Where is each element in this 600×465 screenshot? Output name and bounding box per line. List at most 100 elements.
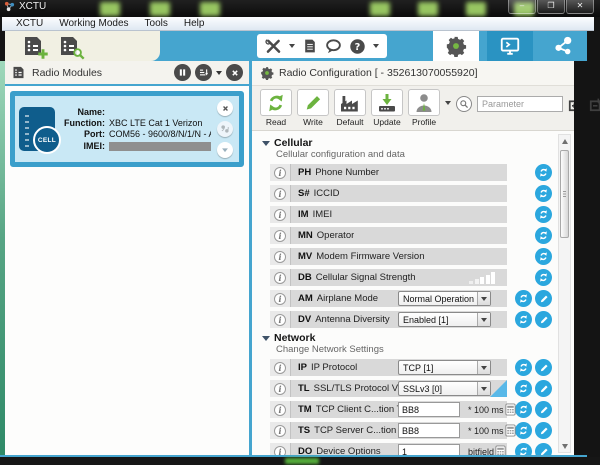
param-code: AM — [298, 293, 313, 304]
add-module-button[interactable] — [21, 34, 45, 58]
info-icon[interactable] — [274, 313, 286, 326]
param-label: Modem Firmware Version — [316, 251, 425, 262]
write-param-icon[interactable] — [535, 401, 552, 418]
row-ts[interactable]: TS TCP Server C...tion Timeout * 100 ms — [270, 422, 507, 439]
info-icon[interactable] — [274, 166, 286, 179]
menu-item-xctu[interactable]: XCTU — [8, 18, 51, 29]
remove-all-modules-button[interactable] — [226, 64, 243, 81]
collapse-all-button[interactable] — [589, 96, 600, 112]
section-network[interactable]: Network — [262, 332, 552, 344]
chevron-down-icon[interactable] — [445, 101, 451, 105]
info-icon[interactable] — [274, 208, 286, 221]
default-button[interactable]: Default — [334, 89, 366, 127]
write-param-icon[interactable] — [535, 290, 552, 307]
row-ph[interactable]: PH Phone Number — [270, 164, 507, 181]
row-im[interactable]: IM IMEI — [270, 206, 507, 223]
parameter-search-input[interactable] — [477, 96, 563, 112]
split-view-button[interactable] — [174, 64, 191, 81]
tab-console[interactable] — [487, 31, 533, 61]
refresh-param-icon[interactable] — [535, 164, 552, 181]
refresh-param-icon[interactable] — [535, 269, 552, 286]
scroll-down-button[interactable] — [559, 440, 570, 452]
minimize-button[interactable]: – — [508, 0, 536, 14]
row-ip[interactable]: IP IP Protocol TCP [1] — [270, 359, 507, 376]
maximize-button[interactable]: ❐ — [537, 0, 565, 14]
tcp-client-timeout-input[interactable] — [398, 402, 460, 417]
write-param-icon[interactable] — [535, 443, 552, 455]
airplane-mode-select[interactable]: Normal Operation [0] — [398, 291, 491, 306]
write-param-icon[interactable] — [535, 380, 552, 397]
tcp-server-timeout-input[interactable] — [398, 423, 460, 438]
info-icon[interactable] — [274, 361, 286, 374]
chevron-down-icon[interactable] — [216, 70, 222, 75]
module-list: CELL Name: Function: XBC LTE Cat 1 Veriz… — [5, 86, 249, 455]
vertical-scrollbar[interactable] — [558, 134, 571, 453]
connect-device-button[interactable] — [217, 121, 233, 137]
refresh-param-icon[interactable] — [515, 359, 532, 376]
section-cellular[interactable]: Cellular — [262, 137, 552, 149]
write-param-icon[interactable] — [535, 311, 552, 328]
frames-log-icon[interactable] — [302, 38, 318, 54]
refresh-param-icon[interactable] — [535, 227, 552, 244]
tools-icon[interactable] — [265, 38, 282, 55]
info-icon[interactable] — [274, 445, 286, 455]
calculator-icon[interactable] — [504, 403, 517, 416]
glass-blob — [200, 2, 220, 16]
discover-module-button[interactable] — [57, 34, 81, 58]
refresh-param-icon[interactable] — [515, 422, 532, 439]
row-tm[interactable]: TM TCP Client C...tion Timeout * 100 ms — [270, 401, 507, 418]
refresh-param-icon[interactable] — [515, 380, 532, 397]
menu-item-help[interactable]: Help — [176, 18, 213, 29]
chevron-down-icon[interactable] — [289, 44, 295, 48]
row-do[interactable]: DO Device Options bitfield — [270, 443, 507, 455]
info-icon[interactable] — [274, 403, 286, 416]
row-mn[interactable]: MN Operator — [270, 227, 507, 244]
write-param-icon[interactable] — [535, 422, 552, 439]
menu-item-working-modes[interactable]: Working Modes — [51, 18, 136, 29]
device-card[interactable]: CELL Name: Function: XBC LTE Cat 1 Veriz… — [10, 91, 244, 167]
scroll-up-button[interactable] — [559, 135, 570, 147]
row-db[interactable]: DB Cellular Signal Strength — [270, 269, 507, 286]
refresh-param-icon[interactable] — [515, 443, 532, 455]
ssl-tls-version-select[interactable]: SSLv3 [0] — [398, 381, 491, 396]
update-button[interactable]: Update — [371, 89, 403, 127]
antenna-diversity-select[interactable]: Enabled [1] — [398, 312, 491, 327]
write-param-icon[interactable] — [535, 359, 552, 376]
calculator-icon[interactable] — [504, 424, 517, 437]
refresh-param-icon[interactable] — [535, 206, 552, 223]
info-icon[interactable] — [274, 250, 286, 263]
chevron-down-icon[interactable] — [373, 44, 379, 48]
info-icon[interactable] — [274, 187, 286, 200]
write-button[interactable]: Write — [297, 89, 329, 127]
device-options-input[interactable] — [398, 444, 460, 455]
row-tl[interactable]: TL SSL/TLS Protocol Version SSLv3 [0] — [270, 380, 507, 397]
refresh-param-icon[interactable] — [515, 401, 532, 418]
tab-configuration[interactable] — [433, 31, 479, 61]
info-icon[interactable] — [274, 229, 286, 242]
row-mv[interactable]: MV Modem Firmware Version — [270, 248, 507, 265]
info-icon[interactable] — [274, 424, 286, 437]
refresh-param-icon[interactable] — [535, 185, 552, 202]
refresh-param-icon[interactable] — [515, 311, 532, 328]
refresh-param-icon[interactable] — [515, 290, 532, 307]
calculator-icon[interactable] — [494, 445, 507, 455]
profile-button[interactable]: Profile — [408, 89, 440, 127]
info-icon[interactable] — [274, 382, 286, 395]
sort-modules-button[interactable] — [195, 64, 212, 81]
tab-network[interactable] — [541, 31, 587, 61]
row-sh[interactable]: S# ICCID — [270, 185, 507, 202]
help-icon[interactable] — [349, 38, 366, 55]
feedback-chat-icon[interactable] — [325, 38, 342, 55]
scrollbar-thumb[interactable] — [560, 150, 569, 238]
row-am[interactable]: AM Airplane Mode Normal Operation [0] — [270, 290, 507, 307]
info-icon[interactable] — [274, 292, 286, 305]
remove-device-button[interactable] — [217, 100, 233, 116]
info-icon[interactable] — [274, 271, 286, 284]
refresh-param-icon[interactable] — [535, 248, 552, 265]
menu-item-tools[interactable]: Tools — [137, 18, 176, 29]
close-button[interactable]: ✕ — [566, 0, 594, 14]
row-dv[interactable]: DV Antenna Diversity Enabled [1] — [270, 311, 507, 328]
expand-device-button[interactable] — [217, 142, 233, 158]
ip-protocol-select[interactable]: TCP [1] — [398, 360, 491, 375]
read-button[interactable]: Read — [260, 89, 292, 127]
